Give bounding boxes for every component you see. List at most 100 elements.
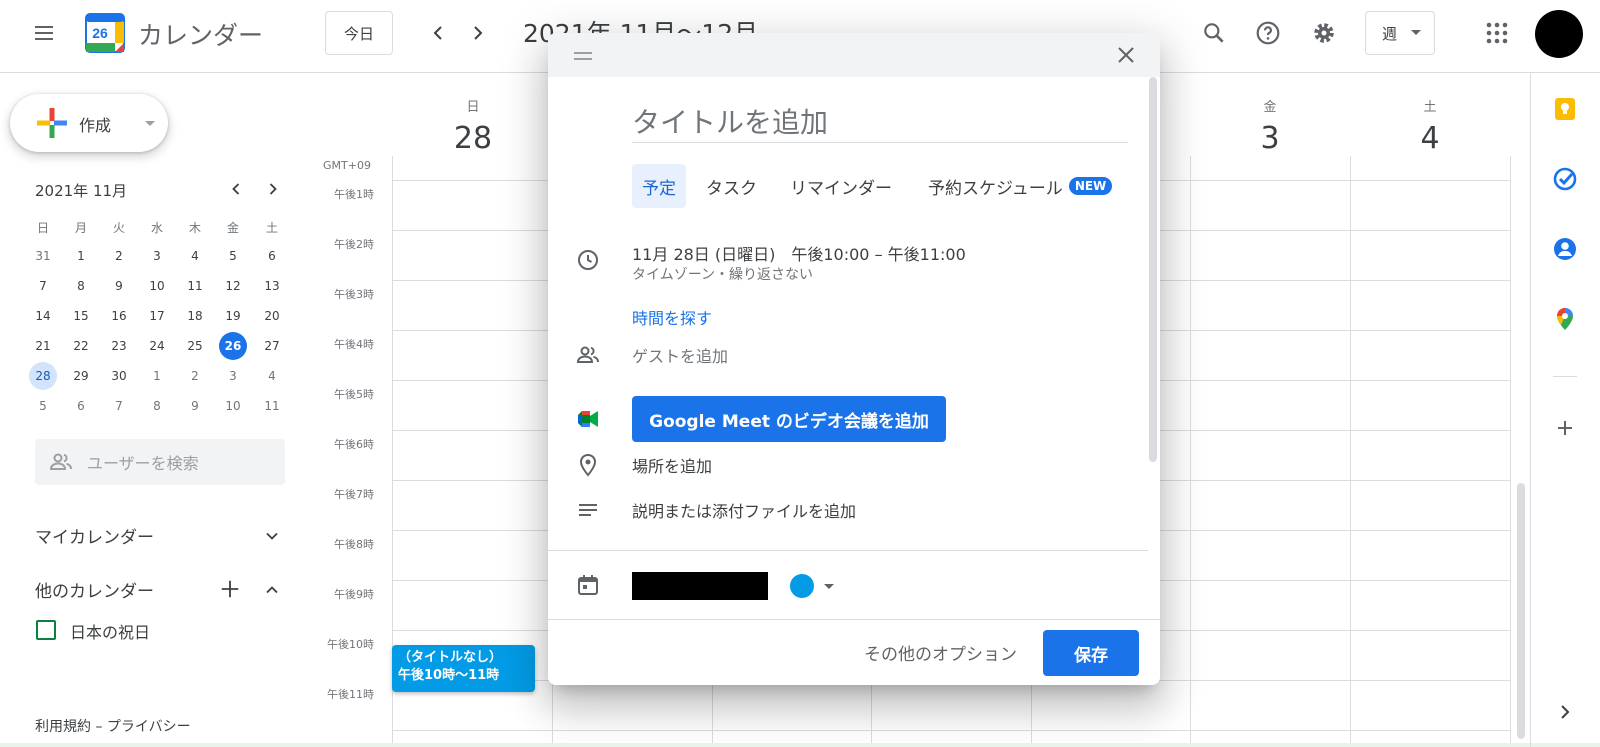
mini-calendar-day[interactable]: 6 <box>67 392 95 420</box>
view-switcher[interactable]: 週 <box>1365 11 1435 55</box>
mini-calendar-day[interactable]: 10 <box>143 272 171 300</box>
draft-event-chip[interactable]: （タイトルなし） 午後10時～11時 <box>392 645 535 692</box>
event-color-picker[interactable] <box>790 574 814 598</box>
app-title[interactable]: カレンダー <box>138 16 263 52</box>
mini-calendar-day[interactable]: 22 <box>67 332 95 360</box>
mini-calendar-day[interactable]: 6 <box>258 242 286 270</box>
mini-calendar-day[interactable]: 23 <box>105 332 133 360</box>
settings-button[interactable] <box>1304 13 1344 53</box>
mini-calendar-day[interactable]: 2 <box>181 362 209 390</box>
mini-calendar-day[interactable]: 25 <box>181 332 209 360</box>
find-time-link[interactable]: 時間を探す <box>632 305 712 329</box>
mini-calendar-day[interactable]: 29 <box>67 362 95 390</box>
tab-reminder[interactable]: リマインダー <box>780 164 902 208</box>
add-google-meet-button[interactable]: Google Meet のビデオ会議を追加 <box>632 396 946 442</box>
grid-scrollbar[interactable] <box>1517 483 1525 739</box>
mini-calendar-day[interactable]: 28 <box>29 362 57 390</box>
mini-calendar-day[interactable]: 27 <box>258 332 286 360</box>
mini-calendar-day[interactable]: 10 <box>219 392 247 420</box>
keep-icon[interactable] <box>1553 97 1577 121</box>
today-button[interactable]: 今日 <box>325 11 393 55</box>
mini-calendar-day[interactable]: 15 <box>67 302 95 330</box>
create-button[interactable]: 作成 <box>10 94 168 152</box>
mini-calendar-day[interactable]: 14 <box>29 302 57 330</box>
tab-appointment-schedule[interactable]: 予約スケジュール NEW <box>918 164 1122 208</box>
terms-privacy-links[interactable]: 利用規約 – プライバシー <box>35 716 191 736</box>
help-button[interactable] <box>1248 13 1288 53</box>
day-header-saturday[interactable]: 土 4 <box>1350 96 1510 156</box>
mini-calendar-day[interactable]: 8 <box>143 392 171 420</box>
next-week-button[interactable] <box>458 13 498 53</box>
event-title-input[interactable]: タイトルを追加 <box>632 101 1128 143</box>
mini-calendar-day[interactable]: 12 <box>219 272 247 300</box>
mini-calendar-day[interactable]: 9 <box>105 272 133 300</box>
calendar-logo-icon[interactable]: 26 <box>85 13 125 53</box>
main-menu-button[interactable] <box>24 13 64 53</box>
mini-calendar-day[interactable]: 7 <box>105 392 133 420</box>
mini-calendar-day[interactable]: 11 <box>258 392 286 420</box>
day-header-date[interactable]: 4 <box>1350 121 1510 156</box>
calendar-owner-redacted[interactable] <box>632 572 768 600</box>
more-options-button[interactable]: その他のオプション <box>864 640 1017 665</box>
user-search-field[interactable]: ユーザーを検索 <box>35 439 285 485</box>
add-calendar-icon[interactable] <box>219 578 241 600</box>
mini-calendar-day[interactable]: 3 <box>143 242 171 270</box>
day-header-date[interactable]: 3 <box>1190 121 1350 156</box>
mini-calendar-day[interactable]: 5 <box>29 392 57 420</box>
mini-calendar-day[interactable]: 2 <box>105 242 133 270</box>
tab-event[interactable]: 予定 <box>632 164 686 208</box>
add-addon-icon[interactable] <box>1553 416 1577 440</box>
add-location-field[interactable]: 場所を追加 <box>632 453 712 477</box>
chevron-up-icon[interactable] <box>262 580 282 600</box>
other-calendars-heading[interactable]: 他のカレンダー <box>35 577 154 602</box>
save-button[interactable]: 保存 <box>1043 630 1139 676</box>
mini-calendar-day[interactable]: 11 <box>181 272 209 300</box>
account-avatar[interactable] <box>1535 10 1583 58</box>
day-header-date[interactable]: 28 <box>393 121 553 156</box>
mini-calendar-day[interactable]: 4 <box>258 362 286 390</box>
previous-week-button[interactable] <box>418 13 458 53</box>
close-dialog-button[interactable] <box>1106 35 1146 75</box>
mini-calendar-day[interactable]: 26 <box>219 332 247 360</box>
day-header-friday[interactable]: 金 3 <box>1190 96 1350 156</box>
mini-calendar-day[interactable]: 1 <box>67 242 95 270</box>
timezone-repeat-link[interactable]: タイムゾーン・繰り返さない <box>632 264 813 284</box>
mini-calendar-day[interactable]: 30 <box>105 362 133 390</box>
mini-calendar-day[interactable]: 24 <box>143 332 171 360</box>
google-apps-button[interactable] <box>1477 13 1517 53</box>
dropdown-arrow-icon[interactable] <box>824 584 834 590</box>
maps-icon[interactable] <box>1553 307 1577 331</box>
event-datetime[interactable]: 11月 28日 (日曜日) 午後10:00 – 午後11:00 <box>632 241 966 265</box>
mini-calendar-day[interactable]: 9 <box>181 392 209 420</box>
search-button[interactable] <box>1194 13 1234 53</box>
mini-calendar-day[interactable]: 31 <box>29 242 57 270</box>
tab-task[interactable]: タスク <box>696 164 767 208</box>
contacts-icon[interactable] <box>1553 237 1577 261</box>
add-description-field[interactable]: 説明または添付ファイルを追加 <box>632 498 856 522</box>
dialog-drag-bar[interactable] <box>548 33 1160 77</box>
mini-calendar-prev-button[interactable] <box>218 171 254 207</box>
dialog-scrollbar[interactable] <box>1149 77 1157 462</box>
mini-calendar-day[interactable]: 20 <box>258 302 286 330</box>
mini-calendar-day[interactable]: 8 <box>67 272 95 300</box>
mini-calendar-day[interactable]: 7 <box>29 272 57 300</box>
mini-calendar-day[interactable]: 1 <box>143 362 171 390</box>
my-calendars-heading[interactable]: マイカレンダー <box>35 523 154 548</box>
mini-calendar-day[interactable]: 19 <box>219 302 247 330</box>
create-button-label: 作成 <box>79 116 112 135</box>
mini-calendar-day[interactable]: 13 <box>258 272 286 300</box>
mini-calendar-day[interactable]: 5 <box>219 242 247 270</box>
mini-calendar-day[interactable]: 3 <box>219 362 247 390</box>
mini-calendar-day[interactable]: 18 <box>181 302 209 330</box>
mini-calendar-day[interactable]: 17 <box>143 302 171 330</box>
mini-calendar-day[interactable]: 21 <box>29 332 57 360</box>
mini-calendar-day[interactable]: 16 <box>105 302 133 330</box>
holiday-calendar-checkbox[interactable] <box>36 620 56 640</box>
chevron-down-icon[interactable] <box>262 526 282 546</box>
day-header-sunday[interactable]: 日 28 <box>393 96 553 156</box>
mini-calendar-day[interactable]: 4 <box>181 242 209 270</box>
tasks-icon[interactable] <box>1553 167 1577 191</box>
mini-calendar-next-button[interactable] <box>255 171 291 207</box>
expand-panel-icon[interactable] <box>1553 700 1577 724</box>
add-guests-field[interactable]: ゲストを追加 <box>632 343 728 367</box>
